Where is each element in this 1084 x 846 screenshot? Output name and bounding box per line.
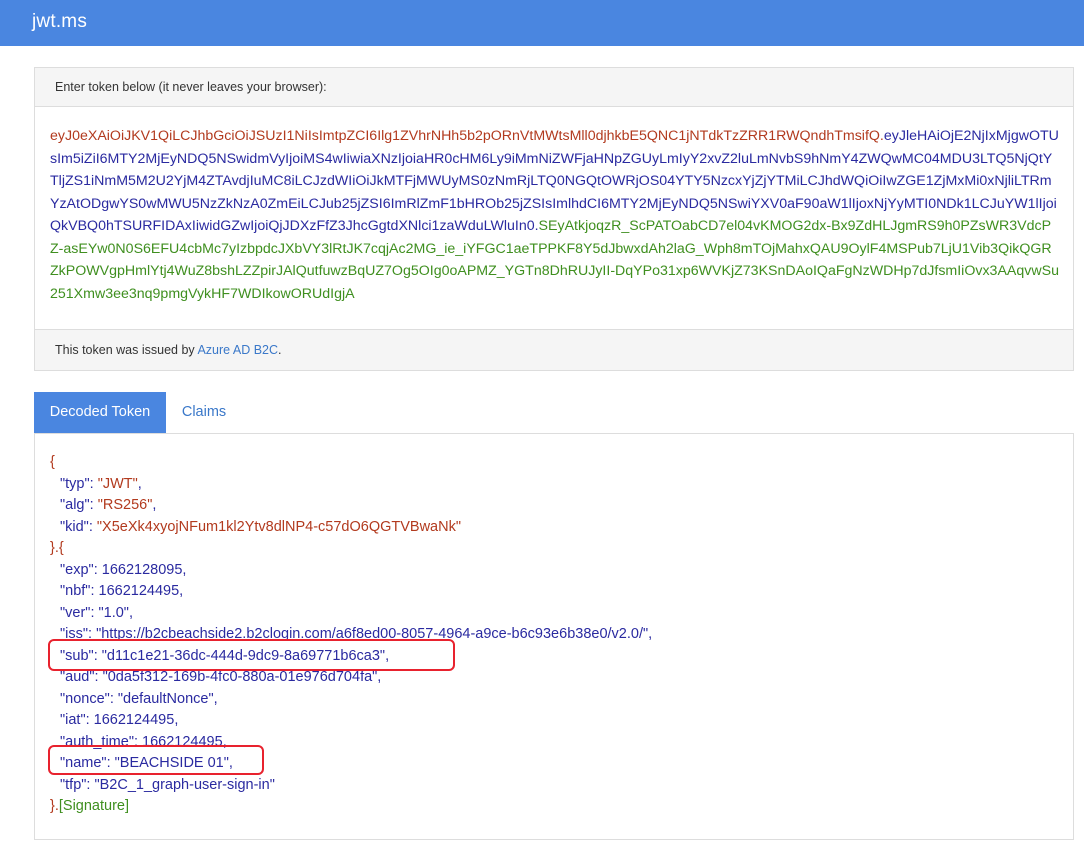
json-line: "typ": "JWT", [60,475,142,492]
issuer-link[interactable]: Azure AD B2C [197,343,278,357]
json-line: "exp": 1662128095, [60,561,187,578]
json-line: "ver": "1.0", [60,604,133,621]
json-line: "nbf": 1662124495, [60,583,184,599]
sub-highlight-box [48,639,455,671]
token-header-segment: eyJ0eXAiOiJKV1QiLCJhbGciOiJSUzI1NiIsImtp… [50,128,884,144]
header-close: }.{ [50,540,64,556]
payload-close: }.[Signature] [50,798,130,814]
json-line: "tfp": "B2C_1_graph-user-sign-in" [60,776,275,793]
tab-decoded-token[interactable]: Decoded Token [34,392,166,434]
issuer-suffix: . [278,343,282,357]
decoded-token-view: { "typ": "JWT", "alg": "RS256", "kid": "… [34,433,1074,840]
signature-label: [Signature] [58,798,130,814]
top-navbar: jwt.ms [0,0,1084,46]
header-open: { [50,454,55,470]
token-panel: Enter token below (it never leaves your … [34,67,1074,371]
token-panel-heading: Enter token below (it never leaves your … [35,68,1073,107]
token-panel-footer: This token was issued by Azure AD B2C. [35,329,1073,370]
json-line: "alg": "RS256", [60,497,157,513]
name-highlight-box [48,745,264,775]
json-line: "iat": 1662124495, [60,712,179,728]
json-line: "kid": "X5eXk4xyojNFum1kl2Ytv8dlNP4-c57d… [60,518,461,535]
view-tabs: Decoded Token Claims [34,392,1074,434]
token-input[interactable]: eyJ0eXAiOiJKV1QiLCJhbGciOiJSUzI1NiIsImtp… [35,107,1073,330]
brand-link[interactable]: jwt.ms [32,11,87,33]
json-line: "nonce": "defaultNonce", [60,690,218,707]
tab-claims[interactable]: Claims [170,392,238,434]
issuer-prefix: This token was issued by [55,343,198,357]
